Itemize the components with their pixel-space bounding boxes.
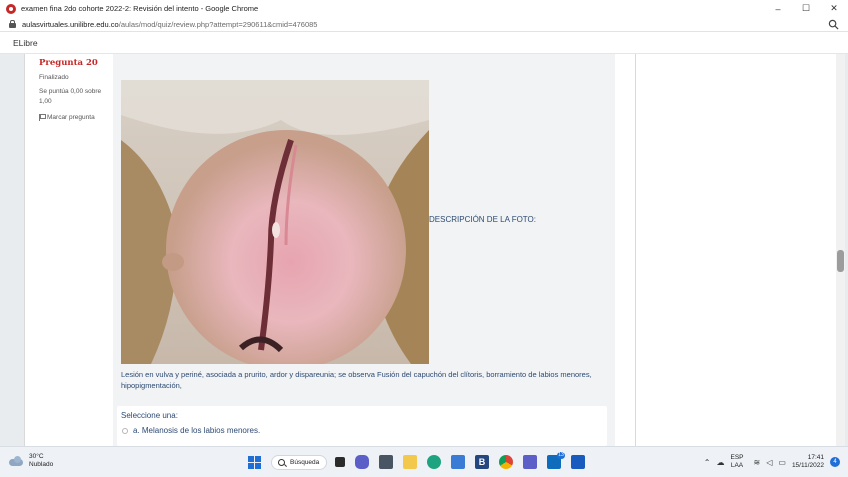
url-path: /aulas/mod/quiz/review.php?attempt=29061…: [118, 19, 318, 29]
wifi-icon[interactable]: ≋: [754, 458, 761, 467]
volume-icon[interactable]: ◁: [766, 458, 772, 467]
flag-icon: [39, 114, 46, 121]
taskbar: 30°C Nublado Búsqueda B 13 ⌃ ☁ ESP LAA ≋…: [0, 446, 848, 477]
search-icon: [278, 458, 285, 466]
window-title: examen fina 2do cohorte 2022-2: Revisión…: [21, 4, 259, 13]
battery-icon[interactable]: ▭: [778, 458, 786, 467]
site-header: ELibre: [0, 32, 848, 54]
maximize-button[interactable]: ☐: [792, 0, 820, 17]
flag-label: Marcar pregunta: [47, 114, 95, 121]
question-title: Pregunta 20: [39, 58, 98, 68]
chevron-up-icon[interactable]: ⌃: [704, 458, 711, 467]
notification-badge[interactable]: 4: [830, 457, 840, 467]
question-content: DESCRIPCIÓN DE LA FOTO: Lesión en vulva …: [113, 54, 615, 446]
cloud-icon: [9, 455, 25, 467]
lang-bottom: LAA: [730, 462, 744, 469]
weather-widget[interactable]: 30°C Nublado: [9, 453, 53, 469]
language-indicator[interactable]: ESP LAA: [731, 454, 744, 470]
radio-button[interactable]: [122, 427, 128, 434]
word-icon[interactable]: [571, 455, 585, 469]
chrome-icon[interactable]: [499, 455, 513, 469]
answer-option-a[interactable]: a. Melanosis de los labios menores.: [121, 426, 260, 435]
scrollbar-thumb[interactable]: [837, 250, 844, 272]
url-host: aulasvirtuales.unilibre.edu.co: [22, 19, 119, 29]
calculator-icon[interactable]: [379, 455, 393, 469]
question-info-panel: Pregunta 20 Finalizado Se puntúa 0,00 so…: [39, 58, 113, 121]
taskbar-apps: Búsqueda B 13: [248, 452, 595, 471]
close-button[interactable]: ✕: [820, 0, 848, 17]
flag-question-link[interactable]: Marcar pregunta: [39, 114, 113, 121]
right-column: [636, 54, 836, 446]
task-view-icon[interactable]: [335, 457, 345, 467]
mail-icon[interactable]: 13: [547, 452, 565, 469]
chat-icon[interactable]: [355, 455, 369, 469]
question-state: Finalizado: [39, 74, 69, 81]
mail-badge: 13: [557, 452, 565, 459]
folder-icon[interactable]: [403, 455, 417, 469]
cloud-sync-icon[interactable]: ☁: [717, 458, 725, 467]
address-bar[interactable]: aulasvirtuales.unilibre.edu.co/aulas/mod…: [0, 17, 848, 32]
weather-temp: 30°C: [29, 453, 44, 460]
search-icon[interactable]: [828, 19, 839, 30]
clock-date: 15/11/2022: [791, 462, 824, 469]
teams-icon[interactable]: [523, 455, 537, 469]
system-tray: ⌃ ☁ ESP LAA ≋ ◁ ▭ 17:41 15/11/2022 4: [704, 452, 840, 472]
taskbar-search-label: Búsqueda: [290, 458, 320, 466]
windows-start-icon[interactable]: [248, 455, 261, 469]
answer-option-label: a. Melanosis de los labios menores.: [133, 426, 261, 435]
window-controls: – ☐ ✕: [764, 0, 848, 17]
answer-box: Seleccione una: a. Melanosis de los labi…: [117, 406, 607, 446]
store-icon[interactable]: [451, 455, 465, 469]
clock[interactable]: 17:41 15/11/2022: [792, 454, 824, 470]
weather-text: 30°C Nublado: [29, 453, 53, 469]
site-brand[interactable]: ELibre: [13, 38, 38, 48]
taskbar-search[interactable]: Búsqueda: [271, 454, 327, 470]
question-grade: Se puntúa 0,00 sobre 1,00: [39, 88, 102, 105]
answer-prompt: Seleccione una:: [121, 411, 178, 420]
lock-icon[interactable]: [9, 20, 16, 28]
weather-desc: Nublado: [29, 461, 54, 468]
clock-time: 17:41: [807, 454, 824, 461]
photo-caption: DESCRIPCIÓN DE LA FOTO:: [429, 215, 536, 224]
minimize-button[interactable]: –: [764, 0, 792, 17]
lang-top: ESP: [730, 454, 744, 461]
clinical-photo: [121, 80, 429, 364]
question-description: Lesión en vulva y periné, asociada a pru…: [121, 370, 592, 390]
edge-icon[interactable]: [427, 455, 441, 469]
window-titlebar: examen fina 2do cohorte 2022-2: Revisión…: [0, 0, 848, 17]
chrome-app-icon: [6, 3, 16, 14]
page-content: Pregunta 20 Finalizado Se puntúa 0,00 so…: [0, 54, 848, 446]
url-text[interactable]: aulasvirtuales.unilibre.edu.co/aulas/mod…: [22, 20, 317, 29]
app-b-icon[interactable]: B: [475, 455, 489, 469]
